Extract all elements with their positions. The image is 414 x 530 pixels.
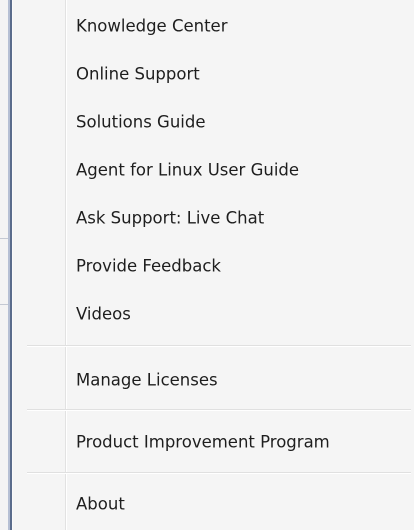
menu-item-label: Manage Licenses xyxy=(76,370,218,390)
menu-item-label: Videos xyxy=(76,304,131,324)
menu-item-ask-support-live-chat[interactable]: Ask Support: Live Chat xyxy=(13,198,413,238)
menu-item-agent-for-linux-user-guide[interactable]: Agent for Linux User Guide xyxy=(13,150,413,190)
menu-item-label: Ask Support: Live Chat xyxy=(76,208,265,228)
menu-separator xyxy=(27,345,411,347)
menu-item-provide-feedback[interactable]: Provide Feedback xyxy=(13,246,413,286)
menu-item-videos[interactable]: Videos xyxy=(13,294,413,334)
menu-item-manage-licenses[interactable]: Manage Licenses xyxy=(13,360,413,400)
help-dropdown-menu: Knowledge Center Online Support Solution… xyxy=(12,0,414,530)
menu-item-label: Provide Feedback xyxy=(76,256,221,276)
menu-item-label: About xyxy=(76,494,125,514)
menu-item-label: Online Support xyxy=(76,64,200,84)
menu-item-solutions-guide[interactable]: Solutions Guide xyxy=(13,102,413,142)
menu-item-label: Agent for Linux User Guide xyxy=(76,160,300,180)
menu-item-about[interactable]: About xyxy=(13,484,413,524)
menu-separator xyxy=(27,472,411,474)
menu-item-label: Product Improvement Program xyxy=(76,432,330,452)
menu-item-label: Solutions Guide xyxy=(76,112,206,132)
menu-item-online-support[interactable]: Online Support xyxy=(13,54,413,94)
menu-item-label: Knowledge Center xyxy=(76,16,228,36)
menu-item-product-improvement-program[interactable]: Product Improvement Program xyxy=(13,422,413,462)
menu-separator xyxy=(27,409,411,411)
menu-item-knowledge-center[interactable]: Knowledge Center xyxy=(13,6,413,46)
parent-window-edge xyxy=(0,0,12,530)
